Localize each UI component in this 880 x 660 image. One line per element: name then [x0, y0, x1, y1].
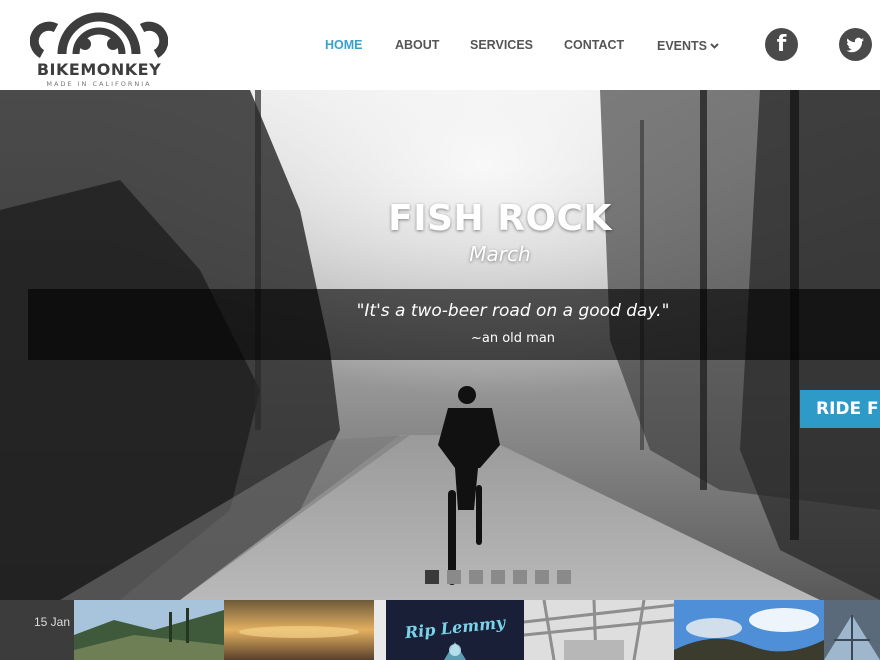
bikemonkey-logo[interactable]: BIKEMONKEY MADE IN CALIFORNIA — [26, 4, 172, 88]
hero-slider: FISH ROCK March "It's a two-beer road on… — [0, 90, 880, 600]
facebook-icon[interactable]: f — [765, 28, 798, 61]
thumbnail-divider — [374, 600, 386, 660]
quote-banner: "It's a two-beer road on a good day." ~a… — [28, 289, 880, 360]
warehouse-interior-photo[interactable] — [524, 600, 674, 660]
glass-dome-photo[interactable] — [824, 600, 880, 660]
twitter-bird-icon — [846, 37, 864, 53]
nav-events-label: EVENTS — [657, 39, 708, 53]
site-header: BIKEMONKEY MADE IN CALIFORNIA HOME ABOUT… — [0, 0, 880, 90]
hero-subtitle: March — [469, 242, 531, 266]
instagram-date-tile: 15 Jan — [0, 600, 74, 660]
blue-sky-trees-photo[interactable] — [674, 600, 824, 660]
facebook-glyph: f — [776, 32, 787, 57]
slider-dot[interactable] — [491, 570, 505, 584]
nav-services[interactable]: SERVICES — [470, 38, 533, 52]
brand-tagline: MADE IN CALIFORNIA — [46, 80, 152, 88]
twitter-icon[interactable] — [839, 28, 872, 61]
rip-lemmy-poster[interactable]: Rip Lemmy — [386, 600, 524, 660]
instagram-date: 15 Jan — [34, 615, 71, 629]
slider-dot[interactable] — [513, 570, 527, 584]
hero-title: FISH ROCK — [388, 198, 612, 239]
hero-quote-author: ~an old man — [470, 331, 556, 346]
instagram-strip: 15 Jan Rip Lemmy — [0, 600, 880, 660]
sunset-clouds-photo[interactable] — [224, 600, 374, 660]
forest-hillside-photo[interactable] — [74, 600, 224, 660]
nav-about[interactable]: ABOUT — [395, 38, 439, 52]
slider-dot[interactable] — [469, 570, 483, 584]
slider-dot[interactable] — [557, 570, 571, 584]
nav-home[interactable]: HOME — [325, 38, 363, 52]
slider-dot[interactable] — [535, 570, 549, 584]
nav-contact[interactable]: CONTACT — [564, 38, 624, 52]
chevron-down-icon — [710, 38, 719, 52]
nav-events[interactable]: EVENTS — [657, 38, 719, 53]
slider-dot[interactable] — [425, 570, 439, 584]
slider-dot[interactable] — [447, 570, 461, 584]
monkey-face-icon — [30, 12, 168, 58]
ride-cta-button[interactable]: RIDE FIS — [800, 390, 880, 428]
hero-quote: "It's a two-beer road on a good day." — [356, 301, 670, 321]
brand-name: BIKEMONKEY — [36, 60, 162, 79]
